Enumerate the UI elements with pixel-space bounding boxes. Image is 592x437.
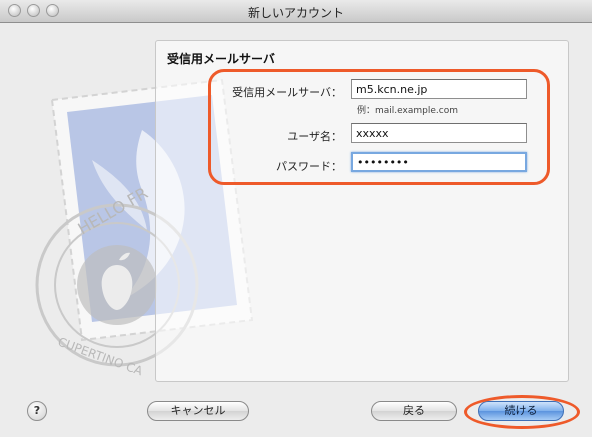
- annotation-highlight-continue: [464, 395, 580, 429]
- annotation-highlight-fields: [208, 69, 550, 185]
- help-button[interactable]: ?: [27, 401, 47, 421]
- section-title: 受信用メールサーバ: [167, 52, 275, 66]
- title-bar[interactable]: 新しいアカウント: [0, 0, 592, 23]
- new-account-window: 新しいアカウント HELLO FR CUPERTINO CA 受信用メールサーバ…: [0, 0, 592, 437]
- back-button[interactable]: 戻る: [371, 401, 457, 421]
- cancel-button[interactable]: キャンセル: [147, 401, 249, 421]
- window-title: 新しいアカウント: [247, 6, 344, 20]
- svg-text:CUPERTINO CA: CUPERTINO CA: [56, 335, 145, 379]
